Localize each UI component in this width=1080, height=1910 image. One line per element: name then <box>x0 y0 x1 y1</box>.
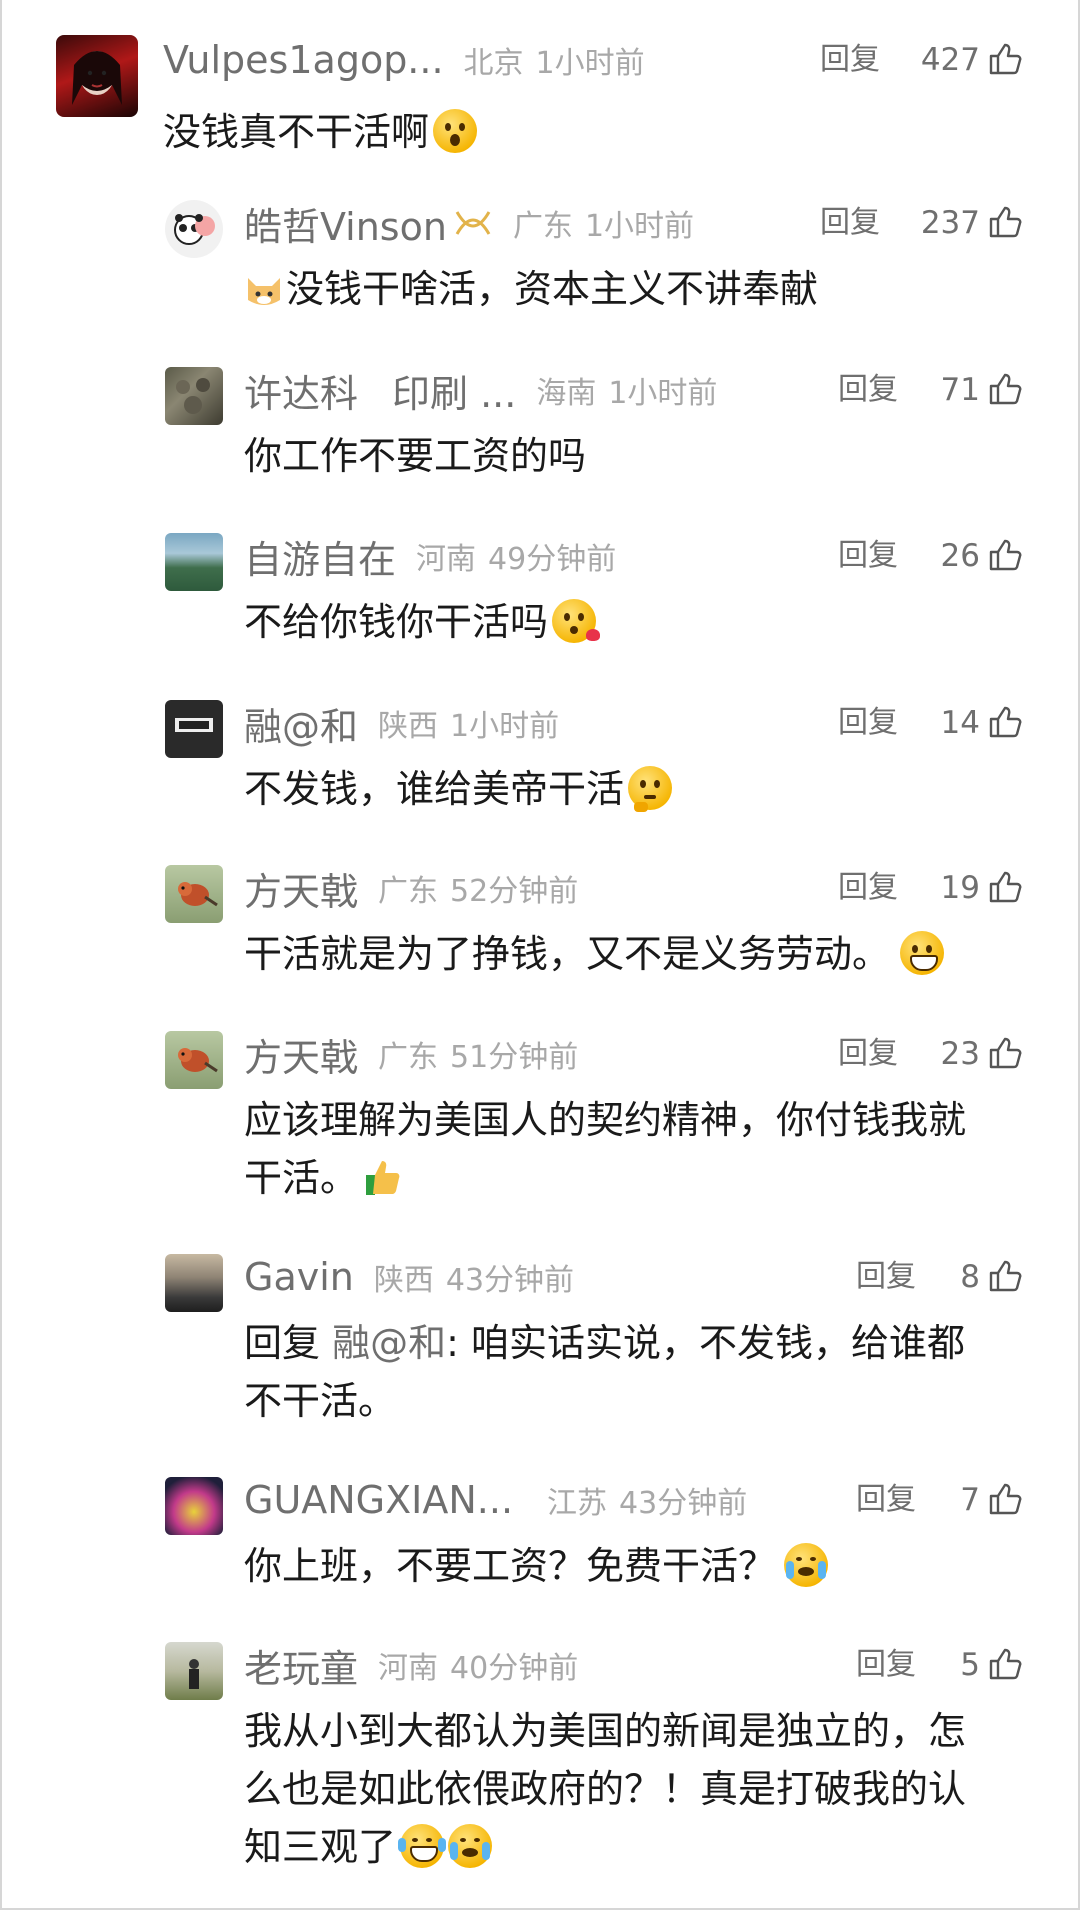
reply-button[interactable]: 回复 <box>856 1470 916 1530</box>
avatar[interactable] <box>165 533 223 591</box>
timestamp: 52分钟前 <box>450 874 579 909</box>
location: 陕西 <box>373 1263 434 1298</box>
comment-text: 没钱干啥活，资本主义不讲奉献 <box>244 260 818 318</box>
like-thumb-icon[interactable] <box>988 538 1022 572</box>
comment-text: 干活就是为了挣钱，又不是义务劳动。 <box>244 925 945 983</box>
username[interactable]: Gavin <box>244 1255 354 1299</box>
timestamp: 51分钟前 <box>450 1040 579 1075</box>
like-thumb-icon[interactable] <box>988 1036 1022 1070</box>
avatar[interactable] <box>165 200 223 258</box>
cat-face-emoji <box>244 268 284 308</box>
like-count: 26 <box>940 538 980 574</box>
username[interactable]: 融@和 <box>244 696 358 751</box>
reply-button[interactable]: 回复 <box>820 193 880 253</box>
username[interactable]: 方天戟 <box>244 861 358 916</box>
timestamp: 49分钟前 <box>488 542 617 577</box>
reply-button[interactable]: 回复 <box>838 693 898 753</box>
crying-face-emoji <box>784 1543 829 1587</box>
username[interactable]: 老玩童 <box>244 1638 358 1693</box>
like-thumb-icon[interactable] <box>988 372 1022 406</box>
avatar[interactable] <box>165 367 223 425</box>
comment-text: 不发钱，谁给美帝干活 <box>244 760 673 818</box>
username-suffix[interactable]: 印刷 ... <box>392 363 516 418</box>
timestamp: 1小时前 <box>535 46 645 81</box>
timestamp: 40分钟前 <box>450 1651 579 1686</box>
comment-text: 不给你钱你干活吗 <box>244 593 601 651</box>
location: 陕西 <box>378 709 439 744</box>
thinking-face-emoji <box>628 766 673 812</box>
like-count: 14 <box>940 705 980 741</box>
like-count: 7 <box>960 1482 980 1518</box>
timestamp: 1小时前 <box>450 709 560 744</box>
username[interactable]: GUANGXIAN... <box>244 1478 513 1522</box>
location: 广东 <box>378 874 439 909</box>
location: 北京 <box>463 46 524 81</box>
like-thumb-icon[interactable] <box>988 205 1022 239</box>
location: 江苏 <box>547 1486 608 1521</box>
reply-button[interactable]: 回复 <box>838 526 898 586</box>
face-blowing-kiss-emoji <box>552 599 601 643</box>
reply-button[interactable]: 回复 <box>838 858 898 918</box>
avatar[interactable] <box>165 700 223 758</box>
reply-button[interactable]: 回复 <box>838 360 898 420</box>
like-thumb-icon[interactable] <box>988 1259 1022 1293</box>
comment-text: 应该理解为美国人的契约精神，你付钱我就 干活。 <box>244 1098 967 1200</box>
comment-text: 你工作不要工资的吗 <box>244 434 587 478</box>
comment-text: 回复 融@和: 咱实话实说，不发钱，给谁都 不干活。 <box>244 1321 966 1423</box>
like-count: 19 <box>940 870 980 906</box>
username[interactable]: 许达科 <box>244 363 358 418</box>
username[interactable]: 方天戟 <box>244 1027 358 1082</box>
location: 海南 <box>536 376 597 411</box>
like-count: 71 <box>940 372 980 408</box>
timestamp: 1小时前 <box>584 209 695 244</box>
timestamp: 43分钟前 <box>445 1263 575 1298</box>
like-count: 427 <box>920 42 980 78</box>
avatar[interactable] <box>165 865 223 923</box>
location: 广东 <box>512 209 573 244</box>
like-count: 8 <box>960 1259 980 1295</box>
like-count: 237 <box>920 205 980 241</box>
grinning-face-emoji <box>900 931 945 975</box>
location: 广东 <box>378 1040 439 1075</box>
tears-of-joy-emoji <box>398 1824 447 1868</box>
gold-ribbon-badge-icon <box>455 211 491 235</box>
reply-target-username[interactable]: 融@和 <box>332 1321 446 1365</box>
username[interactable]: Vulpes1agop... <box>163 38 444 82</box>
crying-face-emoji <box>448 1824 493 1868</box>
timestamp: 1小时前 <box>608 376 718 411</box>
like-thumb-icon[interactable] <box>988 1482 1022 1516</box>
username[interactable]: 皓哲Vinson <box>244 196 447 251</box>
location: 河南 <box>378 1651 439 1686</box>
like-thumb-icon[interactable] <box>988 705 1022 739</box>
reply-button[interactable]: 回复 <box>820 30 880 90</box>
like-thumb-icon[interactable] <box>988 42 1022 76</box>
like-thumb-icon[interactable] <box>988 1647 1022 1681</box>
username[interactable]: 自游自在 <box>244 529 396 584</box>
avatar[interactable] <box>165 1031 223 1089</box>
hushed-face-emoji <box>433 109 478 153</box>
like-thumb-icon[interactable] <box>988 870 1022 904</box>
reply-button[interactable]: 回复 <box>838 1024 898 1084</box>
avatar[interactable] <box>56 35 138 117</box>
reply-button[interactable]: 回复 <box>856 1247 916 1307</box>
comment-text: 没钱真不干活啊 <box>163 103 478 161</box>
location: 河南 <box>416 542 477 577</box>
thumbs-up-emoji <box>364 1155 402 1195</box>
comment-text: 我从小到大都认为美国的新闻是独立的，怎 么也是如此依偎政府的？！真是打破我的认 … <box>244 1709 967 1869</box>
avatar[interactable] <box>165 1254 223 1312</box>
page-border <box>0 0 2 1910</box>
timestamp: 43分钟前 <box>619 1486 748 1521</box>
avatar[interactable] <box>165 1642 223 1700</box>
like-count: 5 <box>960 1647 980 1683</box>
like-count: 23 <box>940 1036 980 1072</box>
avatar[interactable] <box>165 1477 223 1535</box>
reply-button[interactable]: 回复 <box>856 1635 916 1695</box>
comment-text: 你上班，不要工资？免费干活？ <box>244 1537 829 1595</box>
reply-prefix: 回复 <box>244 1321 321 1365</box>
